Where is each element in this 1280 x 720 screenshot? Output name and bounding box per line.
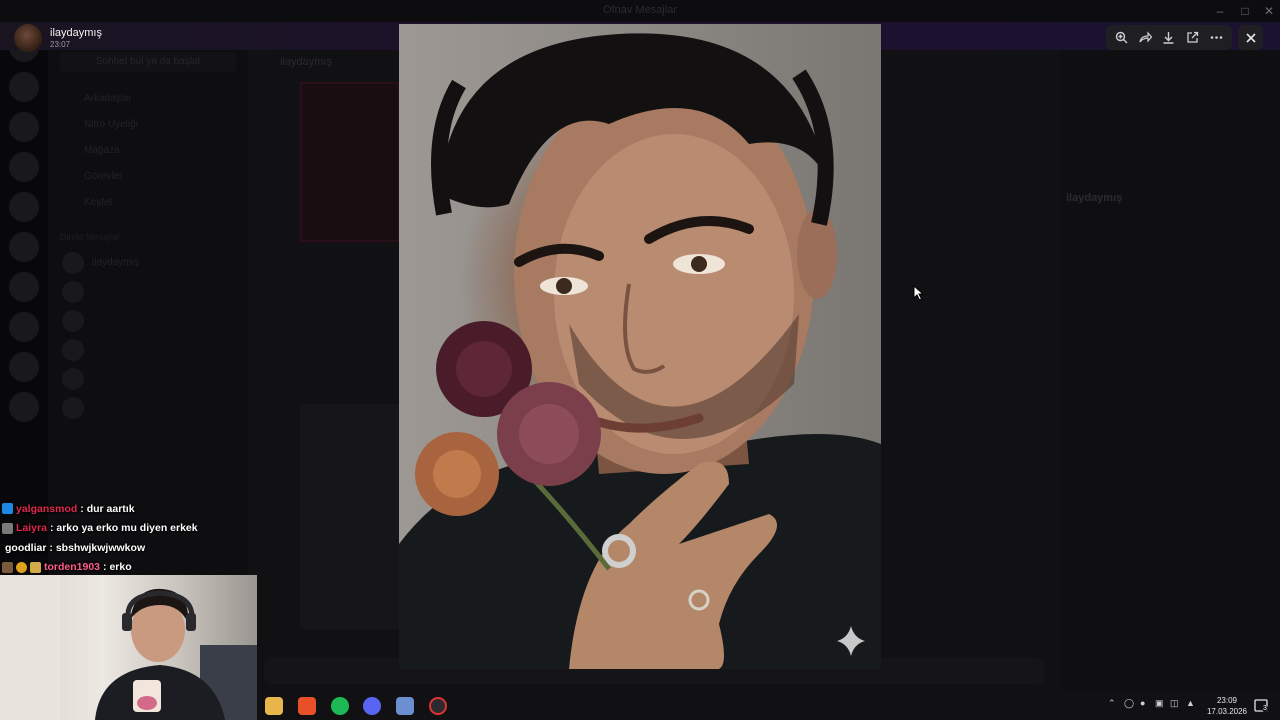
chat-message: Laiyra : arko ya erko mu diyen erkek xyxy=(2,519,257,539)
file-explorer-icon[interactable] xyxy=(265,697,283,715)
sidebar-item-quests[interactable]: Görevler xyxy=(56,164,240,190)
camera-icon[interactable]: ▣ xyxy=(1155,698,1164,709)
chat-text: : sbshwjkwjwwkow xyxy=(49,541,146,554)
webcam-illustration xyxy=(0,575,257,720)
chat-text: : erko xyxy=(103,561,132,574)
spotify-icon[interactable] xyxy=(331,697,349,715)
profile-name: ilaydaymış xyxy=(1066,192,1123,204)
taskbar: ⌃ ◯ ● ▣ ◫ ▲ 23:09 17.03.2026 3 xyxy=(257,692,1280,720)
chat-message: yalgansmod : dur aartık xyxy=(2,499,257,519)
avatar xyxy=(62,338,84,361)
server-icon[interactable] xyxy=(9,352,39,382)
tray-chevron-icon[interactable]: ⌃ xyxy=(1108,698,1116,709)
server-icon[interactable] xyxy=(9,232,39,262)
dm-item[interactable] xyxy=(56,306,240,335)
author-name[interactable]: ilaydaymış xyxy=(50,27,102,40)
badge-icon xyxy=(30,561,41,573)
open-external-icon[interactable] xyxy=(1183,28,1203,48)
server-icon[interactable] xyxy=(9,192,39,222)
search-conversation-input[interactable]: Sohbet bul ya da başlat xyxy=(60,52,236,72)
server-icon[interactable] xyxy=(9,112,39,142)
image-author-info: ilaydaymış 23:07 xyxy=(14,24,102,52)
zoom-in-icon[interactable] xyxy=(1112,28,1132,48)
dm-item[interactable] xyxy=(56,393,240,422)
sidebar-item-nitro[interactable]: Nitro Üyeliği xyxy=(56,112,240,138)
avatar xyxy=(62,251,84,274)
post-timestamp: 23:07 xyxy=(50,39,71,49)
stream-chat-overlay: yalgansmod : dur aartık Laiyra : arko ya… xyxy=(2,499,257,577)
discord-icon[interactable] xyxy=(363,697,381,715)
microphone-icon[interactable]: ● xyxy=(1140,698,1145,708)
server-icon[interactable] xyxy=(9,312,39,342)
badge-icon xyxy=(16,561,27,573)
server-icon[interactable] xyxy=(9,72,39,102)
download-icon[interactable] xyxy=(1159,28,1179,48)
avatar[interactable] xyxy=(14,24,42,52)
sidebar-item-discover[interactable]: Keşfet xyxy=(56,190,240,216)
portrait-illustration xyxy=(399,33,881,669)
chat-text: : arko ya erko mu diyen erkek xyxy=(49,522,198,535)
close-icon xyxy=(1245,32,1256,43)
screen: Ofnav Mesajlar – □ ✕ Sohbet bul ya da ba… xyxy=(0,0,1280,720)
minimize-icon[interactable]: – xyxy=(1208,2,1232,20)
notification-count: 3 xyxy=(1262,705,1268,712)
tray-app-icon[interactable]: ◯ xyxy=(1124,698,1134,709)
chat-username: torden1903 xyxy=(44,561,101,574)
window-titlebar: Ofnav Mesajlar – □ ✕ xyxy=(0,0,1280,22)
dm-header: Direkt Mesajlar xyxy=(60,232,121,242)
clock-date: 17.03.2026 xyxy=(1206,707,1248,716)
dm-item[interactable] xyxy=(56,335,240,364)
server-icon[interactable] xyxy=(9,392,39,422)
obs-icon[interactable] xyxy=(429,697,447,715)
volume-icon[interactable]: ▲ xyxy=(1186,698,1195,708)
system-clock[interactable]: 23:09 17.03.2026 xyxy=(1203,695,1251,717)
chat-text: : dur aartık xyxy=(80,502,135,515)
badge-icon xyxy=(2,522,13,534)
webcam-feed xyxy=(0,575,257,720)
close-viewer-button[interactable] xyxy=(1238,25,1263,50)
badge-icon xyxy=(2,503,13,515)
badge-icon xyxy=(2,561,13,573)
server-icon[interactable] xyxy=(9,272,39,302)
avatar xyxy=(62,367,84,390)
chat-username: yalgansmod xyxy=(16,502,78,515)
avatar xyxy=(62,280,84,303)
settings-app-icon[interactable] xyxy=(396,697,414,715)
clock-time: 23:09 xyxy=(1216,696,1238,705)
sidebar-item-shop[interactable]: Mağaza xyxy=(56,138,240,164)
window-close-icon[interactable]: ✕ xyxy=(1257,2,1280,20)
more-options-icon[interactable] xyxy=(1206,28,1226,48)
network-icon[interactable]: ◫ xyxy=(1170,698,1179,709)
chat-username: goodliar xyxy=(5,541,47,554)
server-icon[interactable] xyxy=(9,152,39,182)
avatar xyxy=(62,309,84,332)
avatar xyxy=(62,396,84,419)
chat-message: goodliar : sbshwjkwjwwkow xyxy=(2,538,257,558)
profile-panel: ilaydaymış xyxy=(1060,22,1280,692)
dm-item[interactable]: ilaydaymış xyxy=(56,248,240,277)
forward-icon[interactable] xyxy=(1135,28,1155,48)
chat-image-attachment[interactable] xyxy=(300,82,400,242)
dm-item[interactable] xyxy=(56,277,240,306)
window-title: Ofnav Mesajlar xyxy=(603,4,677,16)
notification-icon[interactable]: 3 xyxy=(1253,698,1269,714)
chat-image-attachment[interactable] xyxy=(300,404,400,629)
mouse-cursor-icon xyxy=(913,285,924,301)
viewer-image[interactable] xyxy=(399,24,881,669)
chat-username: Laiyra xyxy=(16,522,47,535)
sidebar-item-friends[interactable]: Arkadaşlar xyxy=(56,86,240,112)
brave-browser-icon[interactable] xyxy=(298,697,316,715)
image-viewer-toolbar xyxy=(1106,25,1232,50)
maximize-icon[interactable]: □ xyxy=(1233,2,1257,20)
dm-item[interactable] xyxy=(56,364,240,393)
dm-name: ilaydaymış xyxy=(92,257,140,268)
